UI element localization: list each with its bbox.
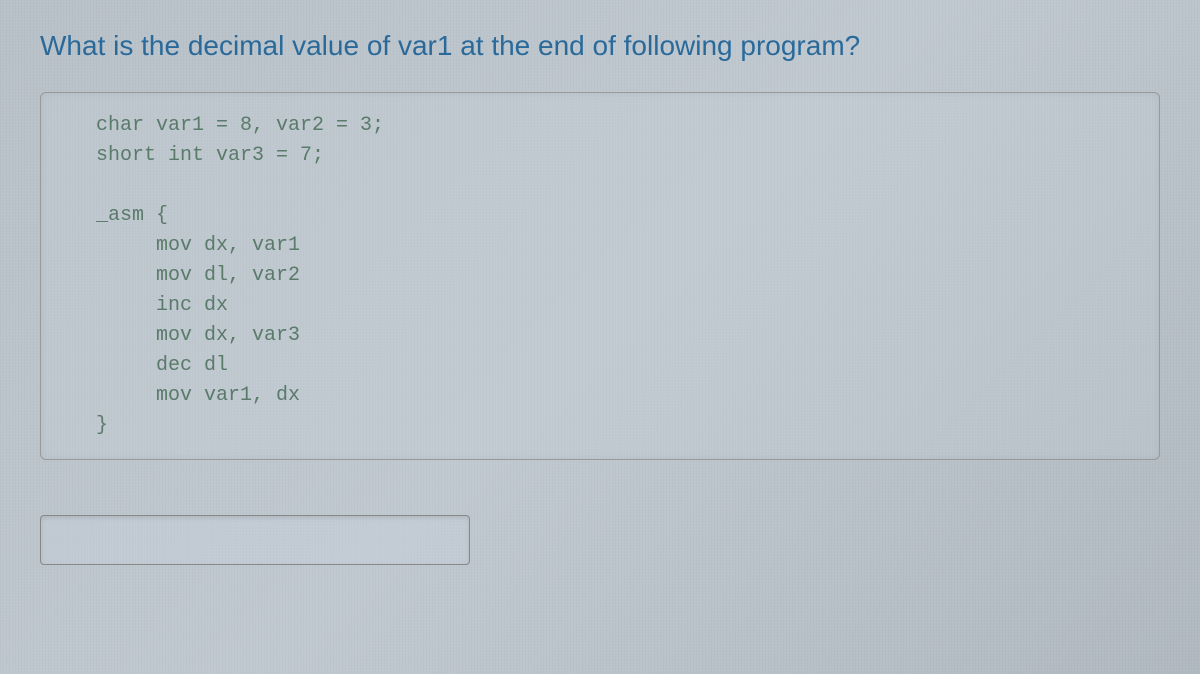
code-line-4: mov dx, var1 — [96, 231, 1104, 261]
code-line-5: mov dl, var2 — [96, 261, 1104, 291]
code-line-3: _asm { — [96, 201, 1104, 231]
answer-input[interactable] — [40, 515, 470, 565]
code-line-8: dec dl — [96, 351, 1104, 381]
code-line-10: } — [96, 411, 1104, 441]
code-block: char var1 = 8, var2 = 3; short int var3 … — [40, 92, 1160, 460]
code-line-1: char var1 = 8, var2 = 3; — [96, 111, 1104, 141]
question-text: What is the decimal value of var1 at the… — [40, 30, 1160, 62]
code-line-9: mov var1, dx — [96, 381, 1104, 411]
code-line-2: short int var3 = 7; — [96, 141, 1104, 171]
blank-line — [96, 171, 1104, 201]
code-line-7: mov dx, var3 — [96, 321, 1104, 351]
code-line-6: inc dx — [96, 291, 1104, 321]
